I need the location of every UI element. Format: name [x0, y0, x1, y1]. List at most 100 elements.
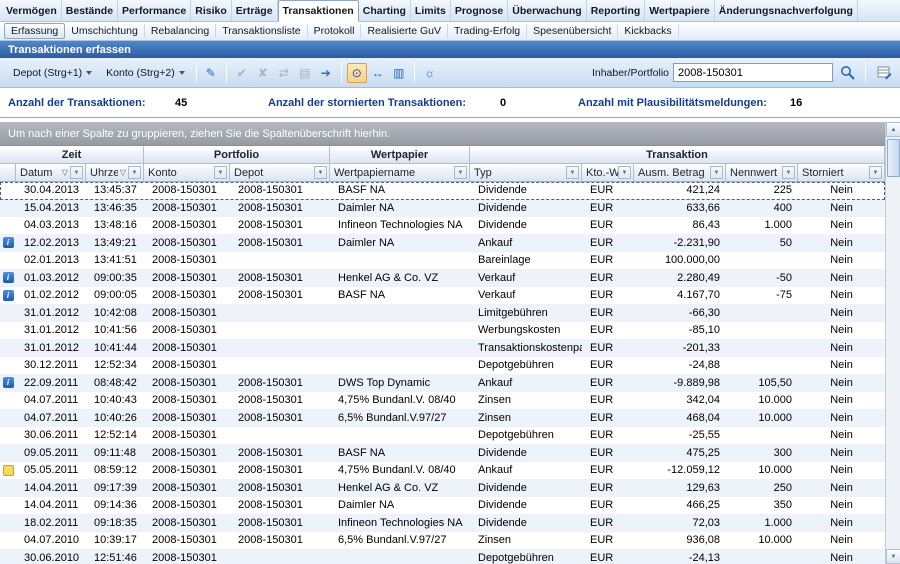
sub-tab-trading-erfolg[interactable]: Trading-Erfolg — [448, 24, 527, 38]
column-label: Wertpapiername — [334, 167, 454, 179]
column-header-ausm-betrag[interactable]: Ausm. Betrag — [634, 164, 726, 182]
sub-tab-protokoll[interactable]: Protokoll — [308, 24, 362, 38]
cell-uhrzeit: 13:45:37 — [86, 182, 144, 200]
table-row[interactable]: 14.04.201109:14:362008-1503012008-150301… — [0, 497, 885, 515]
sub-tab-spesenuebersicht[interactable]: Spesenübersicht — [527, 24, 618, 38]
vertical-scrollbar[interactable] — [885, 122, 900, 564]
column-label: Typ — [474, 167, 566, 179]
filter-button-icon[interactable] — [314, 166, 327, 179]
table-row[interactable]: 04.07.201110:40:432008-1503012008-150301… — [0, 392, 885, 410]
main-tab-prognose[interactable]: Prognose — [451, 0, 508, 21]
group-by-drop-zone[interactable]: Um nach einer Spalte zu gruppieren, zieh… — [0, 122, 885, 146]
main-tab-bestaende[interactable]: Bestände — [62, 0, 118, 21]
fit-columns-icon[interactable]: ↔ — [368, 63, 388, 83]
table-row[interactable]: 30.12.201112:52:342008-150301Depotgebühr… — [0, 357, 885, 375]
main-tab-performance[interactable]: Performance — [118, 0, 191, 21]
cell-nennwert: 225 — [726, 182, 798, 200]
settings-icon[interactable]: ☼ — [420, 63, 440, 83]
cell-uhrzeit: 13:48:16 — [86, 217, 144, 235]
table-row[interactable]: 02.01.201313:41:512008-150301BareinlageE… — [0, 252, 885, 270]
cell-typ: Depotgebühren — [470, 357, 582, 375]
group-header-zeit[interactable]: Zeit — [0, 146, 144, 164]
table-row[interactable]: 30.06.201012:51:462008-150301Depotgebühr… — [0, 550, 885, 564]
column-header-nennwert[interactable]: Nennwert — [726, 164, 798, 182]
cell-kto-wg: EUR — [582, 375, 634, 393]
sub-tab-erfassung[interactable]: Erfassung — [4, 23, 65, 39]
column-header-datum[interactable]: Datum▽ — [16, 164, 86, 182]
table-row[interactable]: 15.04.201313:46:352008-1503012008-150301… — [0, 200, 885, 218]
main-tab-aenderungsnachverfolgung[interactable]: Änderungsnachverfolgung — [715, 0, 858, 21]
cell-kto-wg: EUR — [582, 357, 634, 375]
group-header-portfolio[interactable]: Portfolio — [144, 146, 330, 164]
column-header-depot[interactable]: Depot — [230, 164, 330, 182]
table-row[interactable]: 22.09.201108:48:422008-1503012008-150301… — [0, 375, 885, 393]
filter-button-icon[interactable] — [618, 166, 631, 179]
column-header-wertpapiername[interactable]: Wertpapiername — [330, 164, 470, 182]
sub-tab-rebalancing[interactable]: Rebalancing — [145, 24, 216, 38]
depot-dropdown-button[interactable]: Depot (Strg+1) — [6, 63, 99, 83]
filter-button-icon[interactable] — [710, 166, 723, 179]
column-header-typ[interactable]: Typ — [470, 164, 582, 182]
sub-tab-umschichtung[interactable]: Umschichtung — [65, 24, 145, 38]
main-tab-transaktionen[interactable]: Transaktionen — [278, 0, 359, 22]
portfolio-picker-icon[interactable] — [874, 63, 894, 83]
sub-tab-realisierte-guv[interactable]: Realisierte GuV — [361, 24, 448, 38]
filter-button-icon[interactable] — [128, 166, 141, 179]
main-tab-ueberwachung[interactable]: Überwachung — [508, 0, 586, 21]
table-row[interactable]: 31.01.201210:41:442008-150301Transaktion… — [0, 340, 885, 358]
column-header-storniert[interactable]: Storniert — [798, 164, 885, 182]
main-tab-limits[interactable]: Limits — [411, 0, 451, 21]
table-row[interactable]: 04.03.201313:48:162008-1503012008-150301… — [0, 217, 885, 235]
cell-typ: Limitgebühren — [470, 305, 582, 323]
filter-button-icon[interactable] — [566, 166, 579, 179]
table-row[interactable]: 04.07.201010:39:172008-1503012008-150301… — [0, 532, 885, 550]
filter-button-icon[interactable] — [454, 166, 467, 179]
table-row[interactable]: 05.05.201108:59:122008-1503012008-150301… — [0, 462, 885, 480]
main-tab-reporting[interactable]: Reporting — [587, 0, 646, 21]
filter-button-icon[interactable] — [869, 166, 882, 179]
sub-tab-kickbacks[interactable]: Kickbacks — [618, 24, 678, 38]
grid-inner: Um nach einer Spalte zu gruppieren, zieh… — [0, 122, 885, 564]
column-header-kto-wg[interactable]: Kto.-Wg. — [582, 164, 634, 182]
info-icon — [3, 237, 14, 248]
column-header-uhrzeit[interactable]: Uhrzeit▽ — [86, 164, 144, 182]
scroll-thumb[interactable] — [887, 139, 900, 177]
main-tab-ertraege[interactable]: Erträge — [232, 0, 278, 21]
main-tab-vermoegen[interactable]: Vermögen — [2, 0, 62, 21]
filter-button-icon[interactable] — [214, 166, 227, 179]
cell-wertpapiername — [330, 427, 470, 445]
filter-button-icon[interactable] — [782, 166, 795, 179]
group-header-transaktion[interactable]: Transaktion — [470, 146, 885, 164]
table-row[interactable]: 04.07.201110:40:262008-1503012008-150301… — [0, 410, 885, 428]
search-icon[interactable] — [837, 63, 857, 83]
import-icon[interactable]: ➔ — [316, 63, 336, 83]
table-row[interactable]: 12.02.201313:49:212008-1503012008-150301… — [0, 235, 885, 253]
sub-tab-transaktionsliste[interactable]: Transaktionsliste — [216, 24, 307, 38]
toolbar-separator — [414, 63, 415, 83]
table-row[interactable]: 18.02.201109:18:352008-1503012008-150301… — [0, 515, 885, 533]
portfolio-input[interactable] — [673, 63, 833, 82]
main-tab-risiko[interactable]: Risiko — [191, 0, 232, 21]
main-tab-wertpapiere[interactable]: Wertpapiere — [645, 0, 715, 21]
table-row[interactable]: 30.06.201112:52:142008-150301Depotgebühr… — [0, 427, 885, 445]
column-chooser-icon[interactable]: ▥ — [389, 63, 409, 83]
edit-transaction-icon[interactable]: ✎ — [201, 63, 221, 83]
main-tab-charting[interactable]: Charting — [359, 0, 411, 21]
table-row[interactable]: 31.01.201210:42:082008-150301Limitgebühr… — [0, 305, 885, 323]
konto-dropdown-button[interactable]: Konto (Strg+2) — [99, 63, 192, 83]
row-icon-cell — [0, 287, 16, 305]
filter-button-icon[interactable] — [70, 166, 83, 179]
table-row[interactable]: 01.02.201209:00:052008-1503012008-150301… — [0, 287, 885, 305]
preview-toggle-icon[interactable]: ⊙ — [347, 63, 367, 83]
column-header-konto[interactable]: Konto — [144, 164, 230, 182]
summary-item: Anzahl der stornierten Transaktionen:0 — [268, 97, 578, 109]
table-row[interactable]: 31.01.201210:41:562008-150301Werbungskos… — [0, 322, 885, 340]
table-row[interactable]: 09.05.201109:11:482008-1503012008-150301… — [0, 445, 885, 463]
scroll-down-icon[interactable] — [886, 549, 900, 564]
sort-indicator-icon: ▽ — [62, 168, 68, 177]
scroll-up-icon[interactable] — [886, 122, 900, 137]
table-row[interactable]: 01.03.201209:00:352008-1503012008-150301… — [0, 270, 885, 288]
table-row[interactable]: 14.04.201109:17:392008-1503012008-150301… — [0, 480, 885, 498]
group-header-wertpapier[interactable]: Wertpapier — [330, 146, 470, 164]
table-row[interactable]: 30.04.201313:45:372008-1503012008-150301… — [0, 182, 885, 200]
